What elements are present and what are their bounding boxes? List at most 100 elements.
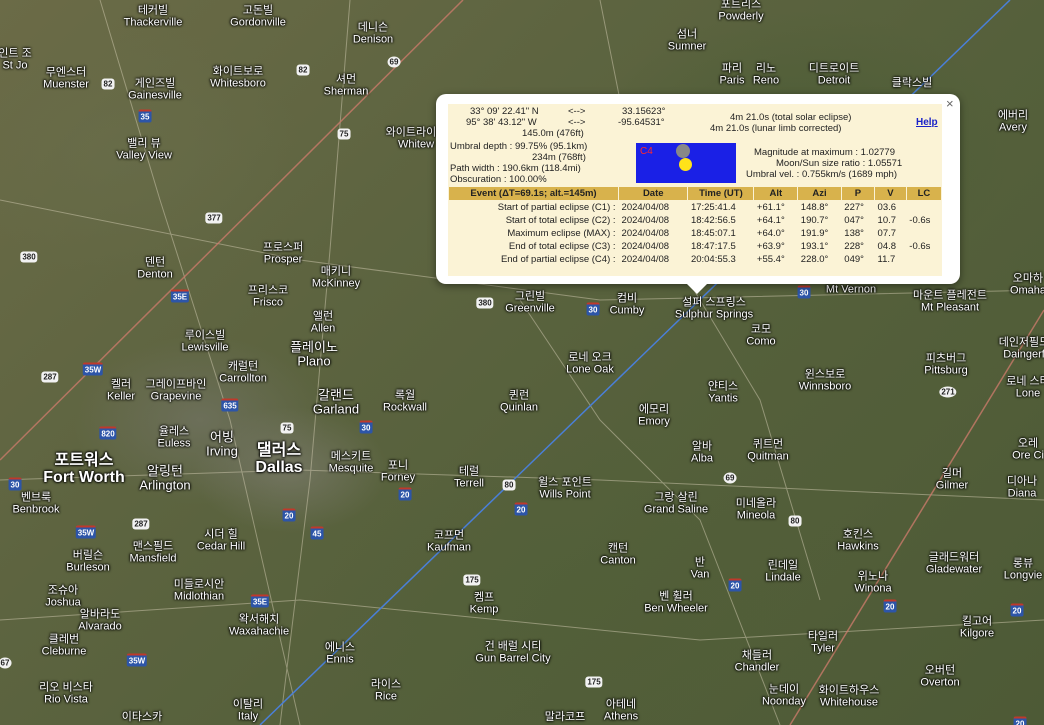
map-city-label[interactable]: 아테네 Athens (604, 699, 638, 722)
map-city-label[interactable]: 라이스 Rice (371, 679, 401, 702)
map-city-label[interactable]: 킬고어 Kilgore (960, 616, 994, 639)
map-city-label[interactable]: 어빙 Irving (206, 430, 238, 457)
map-city-label[interactable]: 알바라도 Alvarado (78, 609, 121, 632)
map-city-label[interactable]: 게인즈빌 Gainesville (128, 78, 182, 101)
map-city-label[interactable]: 에버리 Avery (998, 110, 1028, 133)
map-city-label[interactable]: 갈랜드 Garland (313, 388, 359, 415)
map-city-label[interactable]: 길머 Gilmer (936, 468, 968, 491)
map-city-label[interactable]: 건 배럴 시티 Gun Barrel City (475, 641, 550, 664)
map-city-label[interactable]: 무엔스터 Muenster (43, 67, 89, 90)
city-name-korean: 리노 (755, 62, 777, 75)
map-city-label[interactable]: 타일러 Tyler (808, 631, 838, 654)
help-link[interactable]: Help (916, 117, 938, 128)
map-city-label[interactable]: 얀티스 Yantis (708, 381, 738, 404)
map-city-label[interactable]: 파리 Paris (719, 63, 744, 86)
map-city-label[interactable]: 마운트 플레전트 Mt Pleasant (913, 290, 987, 313)
city-name-english: Winnsboro (798, 380, 852, 392)
map-city-label[interactable]: 채들러 Chandler (735, 650, 780, 673)
map-city-label[interactable]: 이타스카 (122, 712, 162, 724)
map-city-label[interactable]: 율레스 Euless (157, 426, 190, 449)
map-city-label[interactable]: 미네올라 Mineola (736, 498, 776, 521)
map-city-label[interactable]: 포트리스 Powderly (718, 0, 763, 23)
map-city-label[interactable]: 컴비 Cumby (610, 293, 645, 316)
map-city-label[interactable]: 메스키트 Mesquite (329, 451, 374, 474)
map-city-label[interactable]: 프로스퍼 Prosper (263, 242, 303, 265)
map-city-label[interactable]: 위노나 Winona (854, 571, 891, 594)
map-city-label[interactable]: 디트로이트 Detroit (809, 63, 860, 86)
map-city-label[interactable]: 리노 Reno (753, 63, 779, 86)
map-city-label[interactable]: 캔턴 Canton (600, 543, 635, 566)
table-cell: 2024/04/08 (621, 215, 670, 226)
map-city-label[interactable]: 클레번 Cleburne (42, 634, 87, 657)
map-city-label[interactable]: 왁서해치 Waxahachie (229, 614, 289, 637)
map-city-label[interactable]: 에모리 Emory (638, 404, 670, 427)
map-city-label[interactable]: 록월 Rockwall (383, 390, 427, 413)
map-city-label[interactable]: 코모 Como (746, 324, 775, 347)
map-city-label[interactable]: 린데일 Lindale (765, 560, 800, 583)
map-city-label[interactable]: 댈러스 Dallas (255, 442, 302, 477)
city-name-english: Lindale (765, 571, 801, 583)
map-city-label[interactable]: 조슈아 Joshua (45, 585, 80, 608)
map-city-label[interactable]: 미들로시안 Midlothian (174, 579, 225, 602)
city-name-english: Whitesboro (210, 77, 266, 89)
map-city-label[interactable]: 그랑 살린 Grand Saline (644, 492, 708, 515)
map-city-label[interactable]: 인트 조 St Jo (0, 48, 32, 71)
map-city-label[interactable]: 그린빌 Greenville (505, 291, 555, 314)
map-city-label[interactable]: 오버턴 Overton (920, 665, 959, 688)
map-city-label[interactable]: 반 Van (691, 557, 710, 580)
map-city-label[interactable]: 매키니 McKinney (312, 266, 360, 289)
map-city-label[interactable]: 오레 Ore Ci (1012, 438, 1044, 461)
map-city-label[interactable]: 디아나 Diana (1007, 476, 1037, 499)
map-city-label[interactable]: 켐프 Kemp (470, 592, 499, 615)
map-city-label[interactable]: 화이트보로 Whitesboro (210, 66, 266, 89)
map-city-label[interactable]: 윈스보로 Winnsboro (799, 369, 852, 392)
map-city-label[interactable]: 플레이노 Plano (290, 340, 338, 367)
map-city-label[interactable]: 이탈리 Italy (233, 699, 263, 722)
map-city-label[interactable]: 로네 오크 Lone Oak (566, 352, 614, 375)
map-city-label[interactable]: 설퍼 스프링스 Sulphur Springs (675, 297, 753, 320)
map-city-label[interactable]: 밸리 뷰 Valley View (116, 138, 172, 161)
map-city-label[interactable]: 피츠버그 Pittsburg (924, 353, 967, 376)
map-city-label[interactable]: 시더 힐 Cedar Hill (197, 529, 245, 552)
map-city-label[interactable]: 캐럴턴 Carrollton (219, 361, 267, 384)
map-city-label[interactable]: 코프먼 Kaufman (427, 530, 471, 553)
map-city-label[interactable]: 테커빌 Thackerville (124, 5, 183, 28)
map-city-label[interactable]: 그레이프바인 Grapevine (146, 379, 207, 402)
map-city-label[interactable]: 벤브룩 Benbrook (12, 492, 59, 515)
map-city-label[interactable]: 퀸런 Quinlan (500, 390, 538, 413)
map-city-label[interactable]: 포트워스 Fort Worth (43, 452, 124, 487)
map-city-label[interactable]: 롱뷰 Longvie (1004, 558, 1043, 581)
map-city-label[interactable]: 호킨스 Hawkins (837, 529, 879, 552)
map-city-label[interactable]: 클락스빌 (892, 78, 932, 90)
map-city-label[interactable]: 말라코프 (545, 712, 585, 724)
map-city-label[interactable]: 데니슨 Denison (353, 22, 393, 45)
map-city-label[interactable]: 벤 휠러 Ben Wheeler (644, 591, 708, 614)
map-city-label[interactable]: 버릴슨 Burleson (66, 550, 109, 573)
map-city-label[interactable]: 화이트하우스 Whitehouse (819, 685, 880, 708)
city-name-english: Euless (157, 437, 191, 449)
map-city-label[interactable]: 리오 비스타 Rio Vista (39, 682, 93, 705)
map-city-label[interactable]: 루이스빌 Lewisville (181, 330, 228, 353)
map-city-label[interactable]: 맨스필드 Mansfield (129, 541, 176, 564)
map-city-label[interactable]: 덴턴 Denton (137, 257, 172, 280)
map-city-label[interactable]: 로네 스타Lone (1006, 376, 1044, 399)
map-city-label[interactable]: 퀴트먼 Quitman (747, 439, 789, 462)
map-city-label[interactable]: 데인저필드Daingerf (999, 337, 1044, 360)
close-icon[interactable]: × (946, 96, 954, 111)
map-city-label[interactable]: 셔먼 Sherman (324, 74, 369, 97)
map-city-label[interactable]: 고돈빌 Gordonville (230, 5, 286, 28)
map-city-label[interactable]: 에니스 Ennis (325, 642, 355, 665)
map-city-label[interactable]: 앨런 Allen (311, 311, 335, 334)
map-city-label[interactable]: 프리스코 Frisco (248, 285, 288, 308)
city-name-korean: 말라코프 (544, 711, 586, 724)
map-city-label[interactable]: 테럴 Terrell (454, 466, 484, 489)
map-city-label[interactable]: 알바 Alba (691, 441, 713, 464)
map-city-label[interactable]: 글래드워터 Gladewater (926, 552, 982, 575)
map-city-label[interactable]: 윌스 포인트 Wills Point (538, 477, 592, 500)
map-city-label[interactable]: 눈데이 Noonday (762, 684, 806, 707)
map-city-label[interactable]: 포니 Forney (381, 460, 415, 483)
map-city-label[interactable]: 켈러 Keller (107, 379, 135, 402)
map-city-label[interactable]: 알링턴 Arlington (139, 464, 190, 491)
map-city-label[interactable]: 오마하 Omaha (1010, 273, 1044, 296)
map-city-label[interactable]: 섬너 Sumner (668, 29, 707, 52)
